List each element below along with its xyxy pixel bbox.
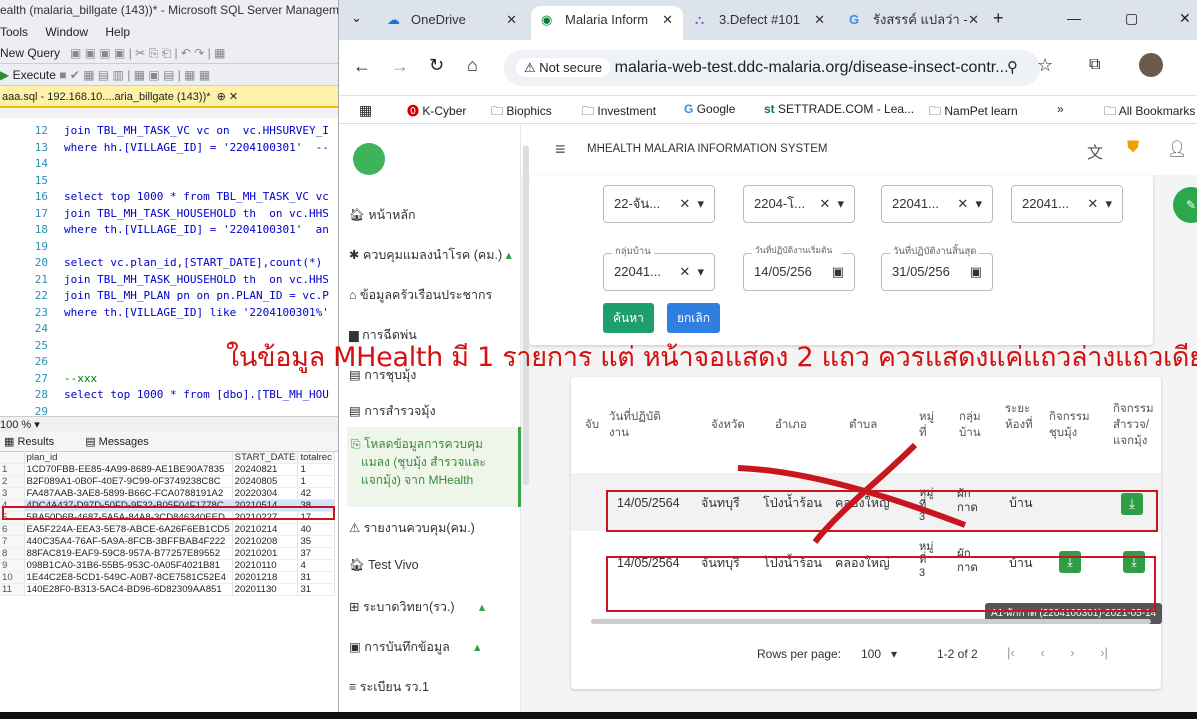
taskbar-edge <box>0 712 1197 719</box>
strike-overlay <box>737 442 967 544</box>
strike-line <box>737 465 967 528</box>
cross-line <box>812 442 918 544</box>
